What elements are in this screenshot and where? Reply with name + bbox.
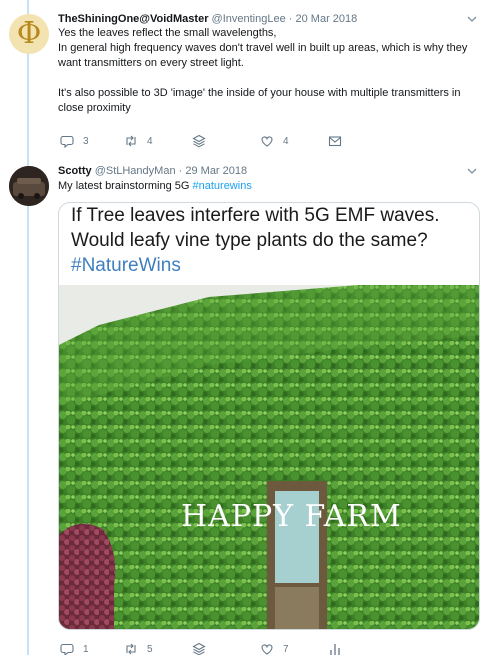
tweet-text: Yes the leaves reflect the small wavelen… bbox=[58, 26, 483, 116]
analytics-icon bbox=[330, 644, 340, 655]
analytics-button[interactable] bbox=[328, 641, 342, 655]
tweet-media[interactable]: If Tree leaves interfere with 5G EMF wav… bbox=[58, 202, 480, 630]
avatar[interactable]: Φ bbox=[9, 14, 49, 54]
user-photo bbox=[9, 166, 49, 206]
chevron-down-icon[interactable] bbox=[467, 14, 477, 24]
tweet-line: In general high frequency waves don't tr… bbox=[58, 42, 468, 69]
image-watermark: HAPPY FARM bbox=[181, 499, 402, 534]
reply-count: 1 bbox=[83, 643, 89, 655]
reply-icon bbox=[60, 135, 74, 148]
like-count: 4 bbox=[283, 135, 289, 147]
retweet-count: 5 bbox=[147, 643, 153, 655]
like-button[interactable]: 4 bbox=[260, 133, 289, 149]
avatar[interactable] bbox=[9, 166, 49, 206]
tweet-header: Scotty @StLHandyMan · 29 Mar 2018 bbox=[58, 164, 247, 178]
heart-icon bbox=[261, 644, 273, 655]
retweet-count: 4 bbox=[147, 135, 153, 147]
tweet-date[interactable]: 20 Mar 2018 bbox=[296, 13, 358, 25]
tweet-actions: 3 4 4 bbox=[58, 133, 358, 149]
reply-count: 3 bbox=[83, 135, 89, 147]
stack-icon bbox=[192, 642, 206, 655]
reply-button[interactable]: 1 bbox=[60, 641, 89, 655]
tweet-line: Yes the leaves reflect the small wavelen… bbox=[58, 27, 277, 39]
tweet-actions: 1 5 7 bbox=[58, 641, 358, 655]
retweet-icon bbox=[126, 643, 136, 655]
phi-symbol-icon: Φ bbox=[16, 16, 42, 51]
tweet-line-blank bbox=[58, 71, 483, 86]
caption-text: If Tree leaves interfere with 5G EMF wav… bbox=[71, 205, 440, 251]
stack-button[interactable] bbox=[192, 641, 206, 655]
tweet[interactable]: Φ TheShiningOne@VoidMaster @InventingLee… bbox=[0, 0, 501, 160]
separator: · bbox=[178, 165, 183, 177]
tweet-header: TheShiningOne@VoidMaster @InventingLee ·… bbox=[58, 12, 357, 26]
tweet-text: My latest brainstorming 5G #naturewins bbox=[58, 179, 483, 194]
display-name[interactable]: Scotty bbox=[58, 165, 92, 177]
image-caption: If Tree leaves interfere with 5G EMF wav… bbox=[71, 203, 471, 278]
stack-button[interactable] bbox=[192, 133, 206, 149]
user-handle[interactable]: @StLHandyMan bbox=[95, 165, 176, 177]
tweet-line: It's also possible to 3D 'image' the ins… bbox=[58, 87, 461, 114]
stack-icon bbox=[192, 134, 206, 148]
caption-hashtag: #NatureWins bbox=[71, 255, 181, 276]
heart-icon bbox=[261, 136, 273, 147]
display-name[interactable]: TheShiningOne@VoidMaster bbox=[58, 13, 208, 25]
retweet-icon bbox=[126, 135, 136, 147]
message-icon bbox=[328, 136, 342, 147]
reply-button[interactable]: 3 bbox=[60, 133, 89, 149]
retweet-button[interactable]: 4 bbox=[124, 133, 153, 149]
retweet-button[interactable]: 5 bbox=[124, 641, 153, 655]
tweet-date[interactable]: 29 Mar 2018 bbox=[185, 165, 247, 177]
chevron-down-icon[interactable] bbox=[467, 166, 477, 176]
hashtag-link[interactable]: #naturewins bbox=[193, 180, 252, 192]
like-count: 7 bbox=[283, 643, 289, 655]
like-button[interactable]: 7 bbox=[260, 641, 289, 655]
ivy-building-photo bbox=[59, 285, 479, 629]
direct-message-button[interactable] bbox=[328, 133, 342, 149]
reply-icon bbox=[60, 643, 74, 655]
tweet[interactable]: Scotty @StLHandyMan · 29 Mar 2018 My lat… bbox=[0, 160, 501, 655]
separator: · bbox=[288, 13, 293, 25]
tweet-line: My latest brainstorming 5G bbox=[58, 180, 193, 192]
user-handle[interactable]: @InventingLee bbox=[212, 13, 286, 25]
